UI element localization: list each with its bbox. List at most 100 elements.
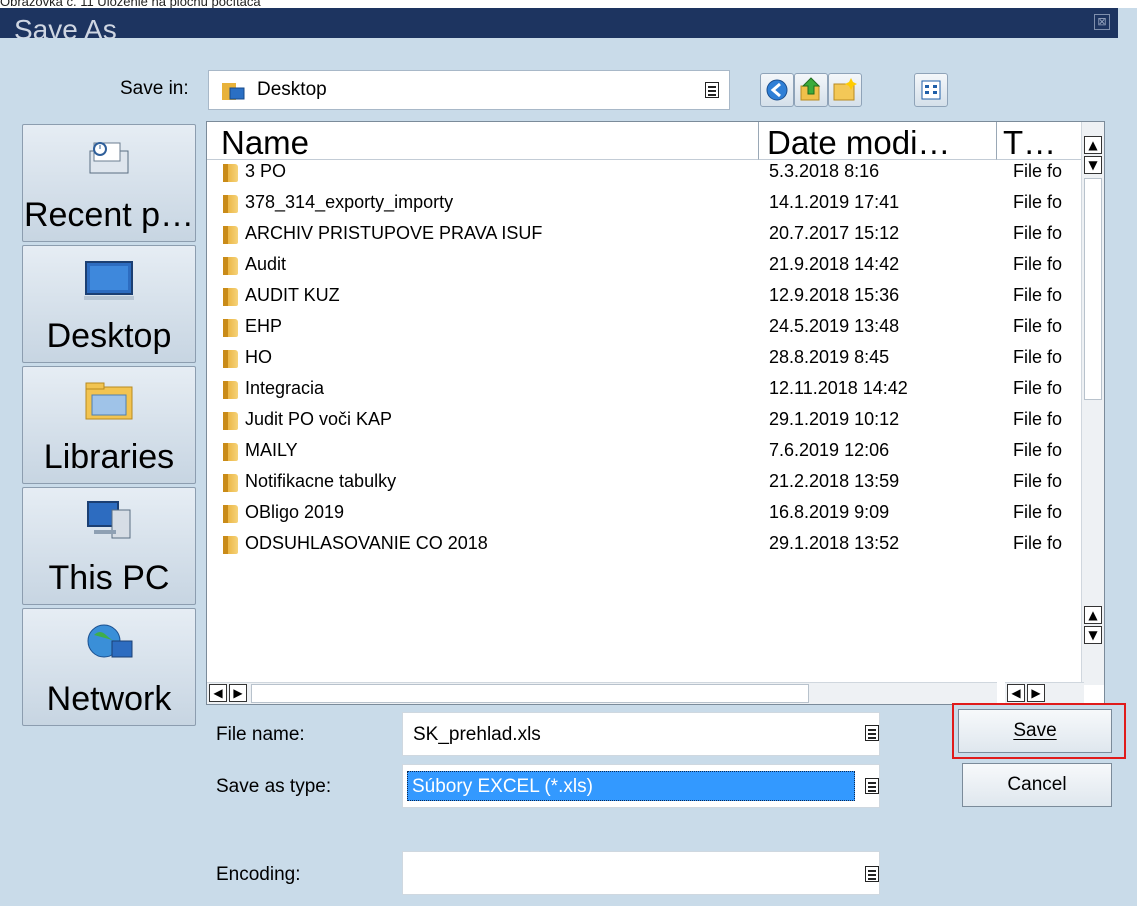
up-folder-button[interactable] xyxy=(794,73,828,107)
folder-icon xyxy=(221,254,241,276)
save-in-combo[interactable]: Desktop xyxy=(208,70,730,110)
save-in-label: Save in: xyxy=(120,78,189,99)
place-label: This PC xyxy=(48,559,170,597)
file-name-cell: HO xyxy=(221,347,761,378)
dropdown-icon[interactable] xyxy=(865,725,879,741)
file-row[interactable]: OBligo 2019 16.8.2019 9:09 File fo xyxy=(207,502,1085,533)
file-row[interactable]: ARCHIV PRISTUPOVE PRAVA ISUF 20.7.2017 15… xyxy=(207,223,1085,254)
place-recent[interactable]: Recent p… xyxy=(22,124,196,242)
scroll-right-icon[interactable]: ▶ xyxy=(1027,684,1045,702)
scroll-down-icon[interactable]: ▼ xyxy=(1084,626,1102,644)
file-name-text: AUDIT KUZ xyxy=(245,285,340,305)
save-as-type-select[interactable]: Súbory EXCEL (*.xls) xyxy=(402,764,880,808)
view-menu-button[interactable] xyxy=(914,73,948,107)
folder-icon xyxy=(221,440,241,462)
file-row[interactable]: Judit PO voči KAP 29.1.2019 10:12 File fo xyxy=(207,409,1085,440)
file-row[interactable]: EHP 24.5.2019 13:48 File fo xyxy=(207,316,1085,347)
file-name-cell: 378_314_exporty_importy xyxy=(221,192,761,223)
place-label: Recent p… xyxy=(23,196,195,234)
save-as-type-value: Súbory EXCEL (*.xls) xyxy=(407,771,855,801)
place-label: Network xyxy=(46,680,172,718)
file-name-text: 3 PO xyxy=(245,161,287,181)
folder-icon xyxy=(221,192,241,214)
horizontal-scrollbar[interactable]: ◀ ▶ xyxy=(207,682,997,704)
file-name-text: EHP xyxy=(245,316,283,336)
scroll-down-icon[interactable]: ▼ xyxy=(1084,156,1102,174)
up-folder-icon xyxy=(800,77,821,101)
file-name-text: ODSUHLASOVANIE CO 2018 xyxy=(245,533,488,553)
file-row[interactable]: Audit 21.9.2018 14:42 File fo xyxy=(207,254,1085,285)
close-icon[interactable]: ⊠ xyxy=(1094,14,1110,30)
place-this-pc[interactable]: This PC xyxy=(22,487,196,605)
file-name-label: File name: xyxy=(216,724,305,745)
cancel-button[interactable]: Cancel xyxy=(962,763,1112,807)
back-icon xyxy=(766,79,788,101)
file-name-cell: Integracia xyxy=(221,378,761,409)
place-network[interactable]: Network xyxy=(22,608,196,726)
place-libraries[interactable]: Libraries xyxy=(22,366,196,484)
column-header-type[interactable]: T… xyxy=(997,122,1085,160)
file-type-cell: File fo xyxy=(1013,192,1063,212)
folder-icon xyxy=(221,223,241,245)
scroll-thumb[interactable] xyxy=(1084,178,1102,400)
file-name-text: ARCHIV PRISTUPOVE PRAVA ISUF xyxy=(245,223,543,243)
file-name-cell: Audit xyxy=(221,254,761,285)
vertical-scrollbar[interactable]: ▲ ▼ ▲ ▼ xyxy=(1081,122,1104,685)
scroll-up-icon[interactable]: ▲ xyxy=(1084,606,1102,624)
scroll-up-icon[interactable]: ▲ xyxy=(1084,136,1102,154)
back-button[interactable] xyxy=(760,73,794,107)
type-column-scrollbar[interactable]: ◀ ▶ xyxy=(1005,682,1084,704)
file-date-cell: 12.9.2018 15:36 xyxy=(769,285,900,305)
file-row[interactable]: 378_314_exporty_importy 14.1.2019 17:41 Fi… xyxy=(207,192,1085,223)
file-name-cell: ARCHIV PRISTUPOVE PRAVA ISUF xyxy=(221,223,761,254)
place-label: Desktop xyxy=(46,317,172,355)
file-name-text: Audit xyxy=(245,254,287,274)
scroll-right-icon[interactable]: ▶ xyxy=(229,684,247,702)
save-as-dialog: Save As ⊠ Save in: Desktop Recent p… Des… xyxy=(0,8,1137,906)
file-name-text: OBligo 2019 xyxy=(245,502,345,522)
file-row[interactable]: MAILY 7.6.2019 12:06 File fo xyxy=(207,440,1085,471)
folder-icon xyxy=(221,285,241,307)
libraries-icon xyxy=(85,382,133,420)
folder-icon xyxy=(221,502,241,524)
file-name-cell: ODSUHLASOVANIE CO 2018 xyxy=(221,533,761,564)
folder-icon xyxy=(221,378,241,400)
file-name-text: Integracia xyxy=(245,378,325,398)
file-date-cell: 21.9.2018 14:42 xyxy=(769,254,900,274)
file-row[interactable]: Integracia 12.11.2018 14:42 File fo xyxy=(207,378,1085,409)
file-row[interactable]: Notifikacne tabulky 21.2.2018 13:59 File f… xyxy=(207,471,1085,502)
file-type-cell: File fo xyxy=(1013,347,1063,367)
dropdown-icon[interactable] xyxy=(865,866,879,882)
file-name-text: MAILY xyxy=(245,440,298,460)
hscroll-thumb[interactable] xyxy=(251,684,809,703)
places-bar: Recent p… Desktop Libraries This PC Netw… xyxy=(22,124,196,729)
save-button-label: Save xyxy=(1013,720,1057,741)
scroll-left-icon[interactable]: ◀ xyxy=(209,684,227,702)
file-row[interactable]: HO 28.8.2019 8:45 File fo xyxy=(207,347,1085,378)
encoding-select[interactable] xyxy=(402,851,880,895)
file-type-cell: File fo xyxy=(1013,285,1063,305)
new-folder-button[interactable] xyxy=(828,73,862,107)
save-button[interactable]: Save xyxy=(958,709,1112,753)
file-name-cell: Judit PO voči KAP xyxy=(221,409,761,440)
file-date-cell: 14.1.2019 17:41 xyxy=(769,192,900,212)
file-list[interactable]: Name Date modi… T… 3 PO 5.3.2018 8:16 File… xyxy=(206,121,1105,705)
column-header-date[interactable]: Date modi… xyxy=(759,122,997,160)
file-row[interactable]: AUDIT KUZ 12.9.2018 15:36 File fo xyxy=(207,285,1085,316)
file-date-cell: 29.1.2019 10:12 xyxy=(769,409,900,429)
dialog-title: Save As xyxy=(14,14,117,39)
file-type-cell: File fo xyxy=(1013,502,1063,522)
file-row[interactable]: 3 PO 5.3.2018 8:16 File fo xyxy=(207,161,1085,192)
title-bar: Save As ⊠ xyxy=(0,8,1118,38)
file-row[interactable]: ODSUHLASOVANIE CO 2018 29.1.2018 13:52 Fil… xyxy=(207,533,1085,564)
place-desktop[interactable]: Desktop xyxy=(22,245,196,363)
file-name-field[interactable]: SK_prehlad.xls xyxy=(402,712,880,756)
dropdown-icon[interactable] xyxy=(865,778,879,794)
save-as-type-label: Save as type: xyxy=(216,776,332,797)
recent-places-icon xyxy=(89,142,129,174)
folder-icon xyxy=(221,409,241,431)
scroll-left-icon[interactable]: ◀ xyxy=(1007,684,1025,702)
column-header-name[interactable]: Name xyxy=(207,122,759,160)
dropdown-icon[interactable] xyxy=(705,82,719,98)
file-type-cell: File fo xyxy=(1013,316,1063,336)
